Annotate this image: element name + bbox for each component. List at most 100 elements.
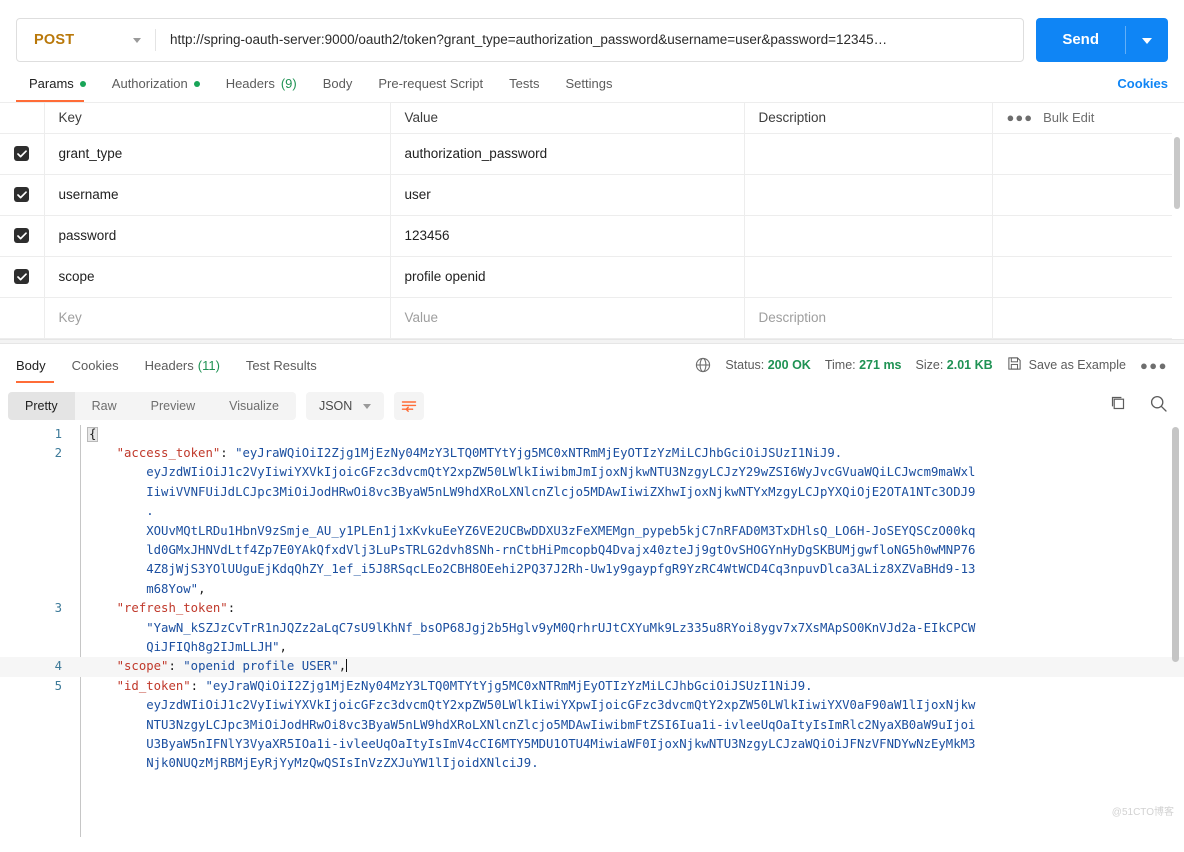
tab-settings[interactable]: Settings <box>552 76 625 102</box>
wrap-lines-button[interactable] <box>394 391 425 420</box>
checkbox-checked-icon[interactable] <box>14 146 30 161</box>
param-key-placeholder[interactable]: Key <box>43 297 391 339</box>
code-line-content: "access_token": "eyJraWQiOiI2Zjg1MjEzNy0… <box>76 444 1184 463</box>
param-key[interactable]: username <box>43 174 391 216</box>
param-key[interactable]: grant_type <box>43 133 391 175</box>
response-tab-headers[interactable]: Headers (11) <box>132 344 233 387</box>
save-as-example-button[interactable]: Save as Example <box>1007 356 1126 374</box>
tab-body[interactable]: Body <box>310 76 366 102</box>
code-token-str: "YawN_kSZJzCvTrR1nJQZz2aLqC7sU9lKhNf_bsO… <box>146 620 976 635</box>
line-number: 5 <box>54 678 62 693</box>
code-line: 2 "access_token": "eyJraWQiOiI2Zjg1MjEzN… <box>0 444 1184 463</box>
view-mode-preview[interactable]: Preview <box>134 392 212 420</box>
save-as-example-label: Save as Example <box>1028 358 1126 372</box>
param-value[interactable]: authorization_password <box>389 133 745 175</box>
code-token-punct: : <box>227 601 236 616</box>
code-line: 3 "refresh_token": <box>0 599 1184 618</box>
response-format-select[interactable]: JSON <box>305 391 385 420</box>
code-token-indent <box>87 679 117 693</box>
param-options <box>991 256 1172 298</box>
param-key[interactable]: scope <box>43 256 391 298</box>
code-line: 5 "id_token": "eyJraWQiOiI2Zjg1MjEzNy04M… <box>0 677 1184 696</box>
copy-icon[interactable] <box>1109 394 1127 417</box>
row-checkbox-cell[interactable] <box>0 174 45 216</box>
checkbox-checked-icon[interactable] <box>14 228 30 243</box>
param-value[interactable]: 123456 <box>389 215 745 257</box>
view-mode-segmented-control: Pretty Raw Preview Visualize <box>8 391 296 420</box>
response-more-options-icon[interactable]: ●●● <box>1140 358 1168 373</box>
checkbox-checked-icon[interactable] <box>14 187 30 202</box>
url-input[interactable]: http://spring-oauth-server:9000/oauth2/t… <box>156 19 1023 61</box>
code-line: XOUvMQtLRDu1HbnV9zSmje_AU_y1PLEn1j1xKvku… <box>0 522 1184 541</box>
more-options-icon[interactable]: ●●● <box>1007 110 1034 125</box>
watermark: @51CTO博客 <box>1111 807 1174 819</box>
send-options-button[interactable] <box>1126 18 1168 62</box>
code-line: . <box>0 502 1184 521</box>
bulk-edit-button[interactable]: Bulk Edit <box>1043 110 1094 125</box>
response-tab-body[interactable]: Body <box>16 344 59 387</box>
tab-pre-request-script[interactable]: Pre-request Script <box>365 76 496 102</box>
code-token-indent <box>87 659 117 673</box>
code-token-str: eyJzdWIiOiJ1c2VyIiwiYXVkIjoicGFzc3dvcmQt… <box>146 465 976 480</box>
column-header-description: Description <box>743 103 993 134</box>
param-key[interactable]: password <box>43 215 391 257</box>
code-token-str: NTU3NzgyLCJpc3MiOiJodHRwOi8vc3ByaW5nLW9h… <box>146 717 976 732</box>
code-scrollbar-thumb[interactable] <box>1172 426 1179 662</box>
table-row-empty: Key Value Description <box>0 297 1172 339</box>
time-label: Time: <box>824 358 856 372</box>
response-tab-test-results[interactable]: Test Results <box>233 344 330 387</box>
code-line: eyJzdWIiOiJ1c2VyIiwiYXVkIjoicGFzc3dvcmQt… <box>0 696 1184 715</box>
code-token-punct: , <box>198 581 206 596</box>
send-button[interactable]: Send <box>1036 18 1125 62</box>
param-description[interactable] <box>743 174 993 216</box>
checkbox-checked-icon[interactable] <box>14 269 30 284</box>
param-value-placeholder[interactable]: Value <box>389 297 745 339</box>
code-token-str: Njk0NUQzMjRBMjEyRjYyMzQwQSIsInVzZXJuYW1l… <box>146 756 539 771</box>
tab-authorization[interactable]: Authorization <box>99 76 213 102</box>
params-table: Key Value Description ●●● Bulk Edit gran… <box>0 103 1172 339</box>
code-line: NTU3NzgyLCJpc3MiOiJodHRwOi8vc3ByaW5nLW9h… <box>0 716 1184 735</box>
response-body-code[interactable]: 1{2 "access_token": "eyJraWQiOiI2Zjg1MjE… <box>0 424 1184 837</box>
code-token-punct: : <box>168 659 184 674</box>
tab-tests[interactable]: Tests <box>496 76 552 102</box>
param-description[interactable] <box>743 256 993 298</box>
code-line: 4Z8jWjS3YOlUUguEjKdqQhZY_1ef_i5J8RSqcLEo… <box>0 560 1184 579</box>
params-scrollbar-thumb[interactable] <box>1174 137 1180 209</box>
modified-dot-icon <box>193 80 200 87</box>
code-token-indent <box>87 446 117 460</box>
param-value[interactable]: user <box>389 174 745 216</box>
http-method-select[interactable]: POST <box>17 19 155 61</box>
code-token-key: "refresh_token" <box>116 601 228 616</box>
search-icon[interactable] <box>1149 394 1168 418</box>
param-options <box>991 174 1172 216</box>
column-header-key: Key <box>43 103 391 134</box>
row-checkbox-cell[interactable] <box>0 215 45 257</box>
code-line: 4 "scope": "openid profile USER", <box>0 657 1184 677</box>
code-line-content: eyJzdWIiOiJ1c2VyIiwiYXVkIjoicGFzc3dvcmQt… <box>76 696 1184 715</box>
code-token-indent <box>87 621 146 635</box>
row-checkbox-cell[interactable] <box>0 297 45 339</box>
column-header-value: Value <box>389 103 745 134</box>
code-line-content: "id_token": "eyJraWQiOiI2Zjg1MjEzNy04MzY… <box>76 677 1184 696</box>
tab-pre-request-script-label: Pre-request Script <box>378 76 484 91</box>
param-value[interactable]: profile openid <box>389 256 745 298</box>
view-mode-raw[interactable]: Raw <box>75 392 134 420</box>
cookies-link[interactable]: Cookies <box>1117 76 1168 102</box>
code-line-content: . <box>76 502 1184 521</box>
row-checkbox-cell[interactable] <box>0 256 45 298</box>
view-mode-visualize[interactable]: Visualize <box>212 392 296 420</box>
code-token-str: m68Yow" <box>146 581 199 596</box>
view-mode-pretty[interactable]: Pretty <box>8 391 75 420</box>
tab-headers[interactable]: Headers (9) <box>213 76 310 102</box>
param-description[interactable] <box>743 133 993 175</box>
tab-params[interactable]: Params <box>16 76 99 102</box>
code-token-str: U3ByaW5nIFNlY3VyaXR5IOa1i-ivleeUqOaItyIs… <box>146 737 976 751</box>
line-number: 2 <box>54 445 62 460</box>
param-description-placeholder[interactable]: Description <box>743 297 993 339</box>
size-group: Size: 2.01 KB <box>916 358 993 372</box>
param-description[interactable] <box>743 215 993 257</box>
response-tab-cookies[interactable]: Cookies <box>59 344 132 387</box>
row-checkbox-cell[interactable] <box>0 133 45 175</box>
code-token-punct: , <box>279 639 287 654</box>
code-line: U3ByaW5nIFNlY3VyaXR5IOa1i-ivleeUqOaItyIs… <box>0 735 1184 754</box>
